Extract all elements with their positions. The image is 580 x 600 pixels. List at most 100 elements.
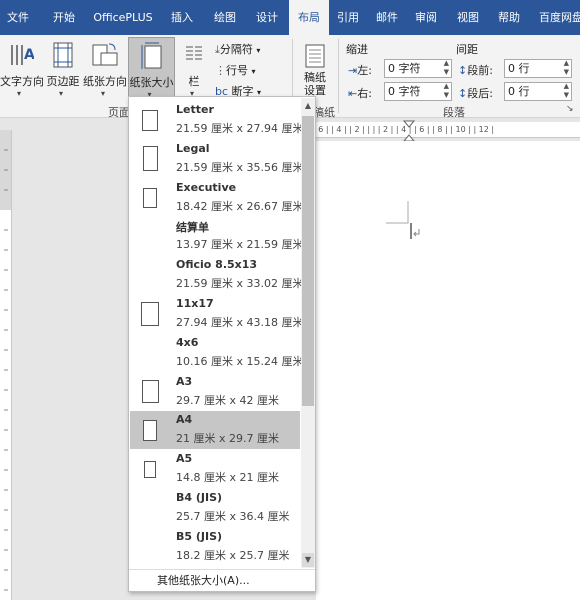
paper-thumbnail-icon [142, 146, 158, 172]
paper-thumbnail-icon [141, 380, 159, 404]
line-numbers-label: 行号 [226, 64, 248, 77]
columns-icon [186, 46, 202, 60]
spacing-after-label: ↕段后: [458, 85, 493, 101]
text-direction-label: 文字方向 [0, 75, 44, 88]
chevron-down-icon: ▾ [251, 67, 256, 76]
tab-layout[interactable]: 布局 [289, 0, 329, 35]
paper-size-dimensions: 27.94 厘米 x 43.18 厘米 [176, 316, 304, 329]
tab-file[interactable]: 文件 [0, 0, 36, 35]
indent-left-value: 0 字符 [388, 62, 421, 75]
tab-officeplus[interactable]: OfficePLUS [88, 0, 158, 35]
vertical-ruler [0, 130, 12, 600]
vertical-ruler-ticks [0, 130, 11, 591]
indent-right-field[interactable]: 0 字符 ▲ ▼ [384, 82, 452, 101]
chevron-down-icon: ▾ [101, 89, 106, 98]
tab-design[interactable]: 设计 [247, 0, 287, 35]
paper-size-item[interactable]: A5 14.8 厘米 x 21 厘米 [130, 450, 300, 488]
paper-size-dimensions: 21.59 厘米 x 27.94 厘米 [176, 122, 304, 135]
orientation-icon [92, 43, 118, 66]
orientation-button[interactable]: 纸张方向 ▾ [83, 37, 127, 99]
paper-size-name: 11x17 [176, 297, 214, 310]
breaks-label: 分隔符 [219, 43, 253, 56]
spacing-label: 间距 [456, 43, 478, 56]
paper-size-name: 结算单 [176, 221, 209, 235]
tab-help[interactable]: 帮助 [491, 0, 527, 35]
paper-size-dimensions: 14.8 厘米 x 21 厘米 [176, 471, 279, 485]
margins-button[interactable]: 页边距 ▾ [44, 37, 82, 99]
paper-size-item[interactable]: 11x17 27.94 厘米 x 43.18 厘米 [130, 295, 304, 333]
paper-size-name: 4x6 [176, 335, 199, 349]
paper-thumbnail-icon [143, 419, 157, 441]
paper-size-item[interactable]: 4x6 10.16 厘米 x 15.24 厘米 [130, 334, 303, 372]
size-label: 纸张大小 [129, 76, 174, 89]
spacing-after-field[interactable]: 0 行 ▲ ▼ [504, 82, 572, 101]
columns-button[interactable]: 栏 ▾ [180, 37, 208, 99]
paper-thumbnail-icon [142, 109, 158, 131]
tab-insert[interactable]: 插入 [162, 0, 202, 35]
paragraph-dialog-launcher-icon[interactable]: ↘ [566, 104, 574, 114]
chevron-down-icon: ▾ [256, 46, 261, 55]
tab-mailings[interactable]: 邮件 [369, 0, 405, 35]
paper-size-dimensions: 25.7 厘米 x 36.4 厘米 [176, 510, 290, 523]
svg-text:A: A [24, 47, 34, 63]
indent-left-label: ⇥左: [348, 62, 372, 78]
tab-home[interactable]: 开始 [44, 0, 84, 35]
chevron-down-icon: ▾ [17, 89, 22, 98]
paper-size-item[interactable]: A4 21 厘米 x 29.7 厘米 [130, 411, 300, 450]
line-numbers-button[interactable]: ⋮行号 ▾ [215, 62, 256, 78]
indent-marker-icon[interactable] [403, 120, 415, 142]
paper-size-item[interactable]: B5 (JIS) 18.2 厘米 x 25.7 厘米 [130, 528, 300, 566]
more-paper-sizes-button[interactable]: 其他纸张大小(A)... [129, 569, 315, 591]
indent-right-value: 0 字符 [388, 85, 421, 98]
paper-thumbnail-icon [141, 302, 159, 326]
scroll-down-icon[interactable]: ▼ [302, 553, 314, 567]
spinner-arrows-icon: ▲ ▼ [443, 59, 449, 76]
chevron-down-icon: ▾ [59, 89, 64, 98]
manuscript-settings-button[interactable]: 稿纸 设置 [298, 37, 332, 99]
paper-size-name: Legal [176, 141, 210, 155]
tab-baidu-netdisk[interactable]: 百度网盘 [533, 0, 580, 35]
paper-size-item[interactable]: Executive 18.42 厘米 x 26.67 厘米 [130, 179, 303, 217]
breaks-button[interactable]: ⤓分隔符 ▾ [215, 41, 260, 57]
spinner-arrows-icon: ▲ ▼ [443, 82, 449, 99]
spacing-before-icon: ↕ [458, 64, 468, 77]
paper-size-item[interactable]: Letter 21.59 厘米 x 27.94 厘米 [130, 101, 304, 139]
ribbon-tab-bar: 文件 开始 OfficePLUS 插入 绘图 设计 布局 引用 邮件 审阅 视图… [0, 0, 580, 35]
paper-size-dimensions: 21.59 厘米 x 35.56 厘米 [176, 160, 304, 174]
size-button[interactable]: 纸张大小 ▾ [128, 37, 175, 99]
indent-right-label: ⇤右: [348, 85, 372, 101]
paper-size-item[interactable]: B4 (JIS) 25.7 厘米 x 36.4 厘米 [130, 489, 300, 527]
paper-size-name: B4 (JIS) [176, 491, 223, 504]
tab-view[interactable]: 视图 [450, 0, 486, 35]
manuscript-label: 稿纸 设置 [304, 71, 326, 97]
document-page[interactable] [316, 141, 580, 600]
paper-size-dimensions: 21.59 厘米 x 33.02 厘米 [176, 277, 304, 291]
paper-thumbnail-icon [143, 187, 157, 208]
spacing-before-text: 段前: [467, 64, 493, 77]
paper-size-icon [141, 42, 162, 69]
page-setup-group-label: 页面 [108, 106, 130, 119]
paper-size-item[interactable]: Oficio 8.5x13 21.59 厘米 x 33.02 厘米 [130, 256, 304, 294]
text-direction-button[interactable]: A 文字方向 ▾ [0, 37, 44, 99]
indent-left-text: 左: [357, 64, 372, 77]
manuscript-group-label: 稿纸 [313, 106, 335, 119]
paper-size-dropdown: Letter 21.59 厘米 x 27.94 厘米 Legal 21.59 厘米 x… [128, 96, 316, 592]
scrollbar-thumb[interactable] [302, 116, 314, 406]
columns-label: 栏 [188, 75, 200, 88]
orientation-label: 纸张方向 [83, 75, 127, 88]
scroll-up-icon[interactable]: ▲ [302, 99, 314, 113]
tab-draw[interactable]: 绘图 [205, 0, 245, 35]
dropdown-scrollbar[interactable]: ▲ ▼ [301, 98, 315, 568]
indent-left-field[interactable]: 0 字符 ▲ ▼ [384, 59, 452, 78]
indent-right-text: 右: [357, 87, 372, 100]
paper-size-item[interactable]: A3 29.7 厘米 x 42 厘米 [130, 373, 300, 411]
paper-size-dimensions: 18.2 厘米 x 25.7 厘米 [176, 548, 290, 562]
tab-review[interactable]: 审阅 [408, 0, 444, 35]
paper-size-item[interactable]: Legal 21.59 厘米 x 35.56 厘米 [130, 140, 304, 178]
paper-size-item[interactable]: 结算单 13.97 厘米 x 21.59 厘米 [130, 217, 303, 255]
tab-references[interactable]: 引用 [330, 0, 366, 35]
spacing-before-field[interactable]: 0 行 ▲ ▼ [504, 59, 572, 78]
spacing-after-value: 0 行 [508, 85, 530, 98]
paper-size-name: B5 (JIS) [176, 529, 223, 543]
paper-size-name: A5 [176, 452, 193, 466]
